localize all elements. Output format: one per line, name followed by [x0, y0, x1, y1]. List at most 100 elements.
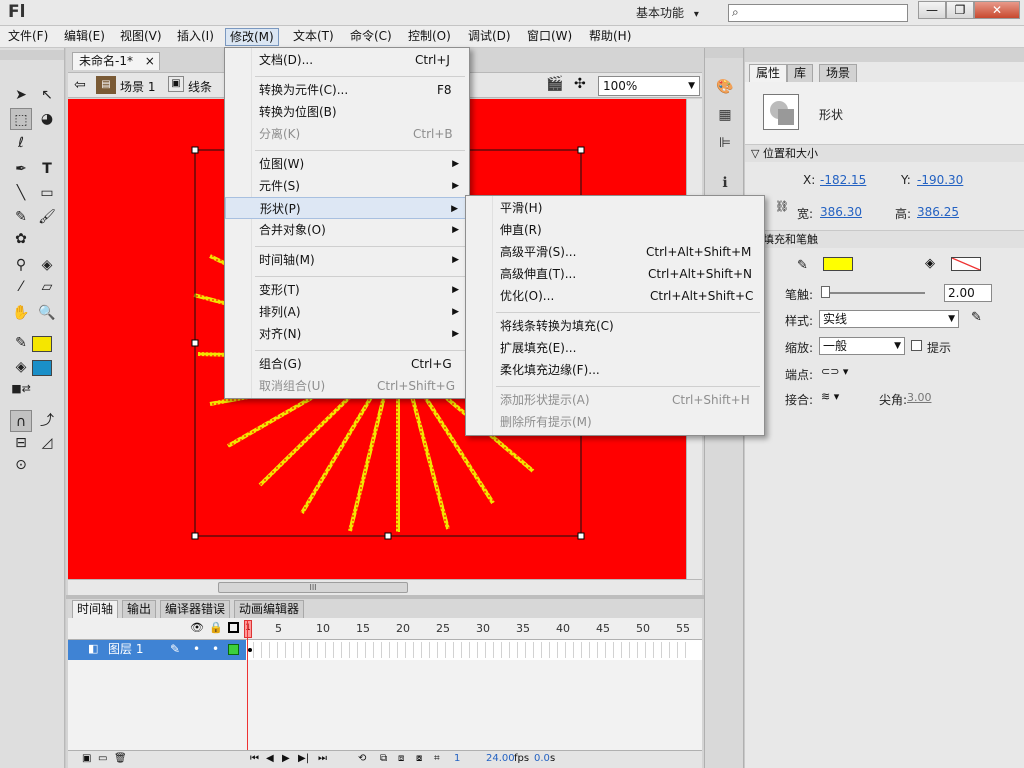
minimize-button[interactable]: —	[918, 1, 946, 19]
edit-scene-icon[interactable]: 🎬	[546, 76, 563, 92]
menu-edit[interactable]: 编辑(E)	[60, 28, 109, 46]
layer-row[interactable]: ◧ 图层 1 ✎ • •	[68, 640, 702, 660]
document-tab[interactable]: 未命名-1* ×	[72, 52, 160, 70]
onion-skin-icon[interactable]: ⧉	[380, 753, 387, 764]
menu-item-remove-all-hints[interactable]: 删除所有提示(M)	[466, 411, 764, 433]
style-select[interactable]: 实线 ▼	[819, 310, 959, 328]
prev-frame-button[interactable]: ◀	[266, 753, 274, 764]
y-value[interactable]: -190.30	[917, 173, 963, 187]
menu-item-bitmap[interactable]: 位图(W) ▶	[225, 153, 469, 175]
menu-modify[interactable]: 修改(M)	[225, 28, 279, 46]
menu-item-convert-to-symbol[interactable]: 转换为元件(C)... F8	[225, 79, 469, 101]
stroke-color-picker[interactable]	[823, 257, 853, 271]
align-panel-icon[interactable]: ⊫	[713, 132, 737, 154]
x-value[interactable]: -182.15	[820, 173, 866, 187]
fill-color-picker[interactable]	[951, 257, 981, 271]
menu-item-soften-fill-edges[interactable]: 柔化填充边缘(F)...	[466, 359, 764, 381]
frame-cells[interactable]	[246, 642, 686, 658]
loop-icon[interactable]: ⟲	[358, 753, 366, 764]
back-arrow-icon[interactable]: ⇦	[74, 77, 86, 93]
menu-file[interactable]: 文件(F)	[4, 28, 52, 46]
layer-outline-color[interactable]	[228, 644, 239, 655]
miter-value[interactable]: 3.00	[907, 391, 932, 404]
scrollbar-thumb[interactable]: III	[218, 582, 408, 593]
menu-item-expand-fill[interactable]: 扩展填充(E)...	[466, 337, 764, 359]
tab-output[interactable]: 输出	[122, 600, 157, 618]
menu-item-smooth[interactable]: 平滑(H)	[466, 197, 764, 219]
stroke-color-swatch[interactable]	[32, 336, 52, 352]
fill-color-swatch[interactable]	[32, 360, 52, 376]
menu-item-straighten[interactable]: 伸直(R)	[466, 219, 764, 241]
menu-item-add-shape-hint[interactable]: 添加形状提示(A) Ctrl+Shift+H	[466, 389, 764, 411]
menu-commands[interactable]: 命令(C)	[346, 28, 396, 46]
stage-horizontal-scrollbar[interactable]: III	[68, 579, 702, 595]
line-tool-icon[interactable]: ╲	[10, 182, 32, 204]
selection-tool-icon[interactable]: ➤	[10, 84, 32, 106]
onion-outline-icon[interactable]: ⧈	[398, 753, 404, 764]
hint-checkbox[interactable]	[911, 340, 922, 351]
text-tool-icon[interactable]: T	[36, 158, 58, 180]
eye-icon[interactable]: 👁	[190, 621, 204, 634]
straighten-icon[interactable]: ⊟	[10, 432, 32, 454]
menu-item-align[interactable]: 对齐(N) ▶	[225, 323, 469, 345]
tab-properties[interactable]: 属性	[749, 64, 788, 82]
edit-stroke-style-icon[interactable]: ✎	[971, 310, 982, 325]
play-button[interactable]: ▶	[282, 753, 290, 764]
menu-item-optimize[interactable]: 优化(O)... Ctrl+Alt+Shift+C	[466, 285, 764, 307]
menu-item-convert-to-bitmap[interactable]: 转换为位图(B)	[225, 101, 469, 123]
close-tab-icon[interactable]: ×	[145, 54, 155, 68]
edit-multiple-icon[interactable]: ⧇	[416, 753, 422, 764]
menu-item-shape[interactable]: 形状(P) ▶	[225, 197, 469, 219]
height-value[interactable]: 386.25	[917, 205, 959, 219]
scale-icon[interactable]: ◿	[36, 432, 58, 454]
info-panel-icon[interactable]: ℹ	[713, 172, 737, 194]
next-frame-button[interactable]: ▶|	[298, 753, 309, 764]
delete-layer-icon[interactable]: 🗑	[114, 753, 127, 764]
eraser-tool-icon[interactable]: ▱	[36, 276, 58, 298]
rotate-skew-icon[interactable]: ⊙	[10, 454, 32, 476]
stroke-slider-thumb[interactable]	[821, 286, 830, 298]
tab-scene[interactable]: 场景	[819, 64, 858, 82]
menu-item-transform[interactable]: 变形(T) ▶	[225, 279, 469, 301]
menu-item-ungroup[interactable]: 取消组合(U) Ctrl+Shift+G	[225, 375, 469, 397]
zoom-select[interactable]: 100% ▼	[598, 76, 700, 96]
subselection-tool-icon[interactable]: ↖	[36, 84, 58, 106]
playhead[interactable]: 1	[244, 620, 252, 638]
3d-rotation-tool-icon[interactable]: ◕	[36, 108, 58, 130]
scale-select[interactable]: 一般 ▼	[819, 337, 905, 355]
menu-item-advanced-straighten[interactable]: 高级伸直(T)... Ctrl+Alt+Shift+N	[466, 263, 764, 285]
free-transform-tool-icon[interactable]: ⬚	[10, 108, 32, 130]
workspace-switcher[interactable]: 基本功能 ▾	[636, 4, 720, 22]
zoom-tool-icon[interactable]: 🔍	[36, 302, 58, 324]
close-button[interactable]: ✕	[974, 1, 1020, 19]
fps-value[interactable]: 24.00	[486, 753, 515, 764]
help-search-input[interactable]: ⌕	[728, 4, 908, 22]
menu-item-advanced-smooth[interactable]: 高级平滑(S)... Ctrl+Alt+Shift+M	[466, 241, 764, 263]
menu-item-combine-objects[interactable]: 合并对象(O) ▶	[225, 219, 469, 241]
new-layer-icon[interactable]: ▣	[82, 753, 91, 764]
lock-icon[interactable]: 🔒	[209, 621, 223, 634]
menu-item-convert-lines-to-fills[interactable]: 将线条转换为填充(C)	[466, 315, 764, 337]
menu-text[interactable]: 文本(T)	[289, 28, 338, 46]
layer-name-cell[interactable]: ◧ 图层 1 ✎ • •	[68, 640, 246, 660]
keyframe-dot[interactable]	[248, 648, 252, 652]
snap-to-objects-icon[interactable]: ∩	[10, 410, 32, 432]
swatches-panel-icon[interactable]: ▦	[713, 104, 737, 126]
menu-item-timeline[interactable]: 时间轴(M) ▶	[225, 249, 469, 271]
panel-grip[interactable]	[705, 48, 743, 58]
scene-breadcrumb[interactable]: 场景 1	[120, 78, 155, 95]
menu-item-break-apart[interactable]: 分离(K) Ctrl+B	[225, 123, 469, 145]
tab-timeline[interactable]: 时间轴	[72, 600, 119, 618]
symbol-breadcrumb[interactable]: 线条	[188, 78, 212, 95]
eyedropper-tool-icon[interactable]: ⁄	[10, 276, 32, 298]
menu-item-group[interactable]: 组合(G) Ctrl+G	[225, 353, 469, 375]
onion-markers-icon[interactable]: ⌗	[434, 753, 440, 764]
hand-tool-icon[interactable]: ✋	[10, 302, 32, 324]
tab-library[interactable]: 库	[787, 64, 814, 82]
smooth-icon[interactable]: ⤴	[36, 410, 58, 432]
link-dimensions-icon[interactable]: ⛓	[775, 200, 789, 213]
tab-motion-editor[interactable]: 动画编辑器	[234, 600, 305, 618]
default-colors-icon[interactable]: ■⇄	[10, 378, 32, 400]
paint-bucket-tool-icon[interactable]: ◈	[36, 254, 58, 276]
visibility-dot[interactable]: •	[193, 640, 200, 658]
